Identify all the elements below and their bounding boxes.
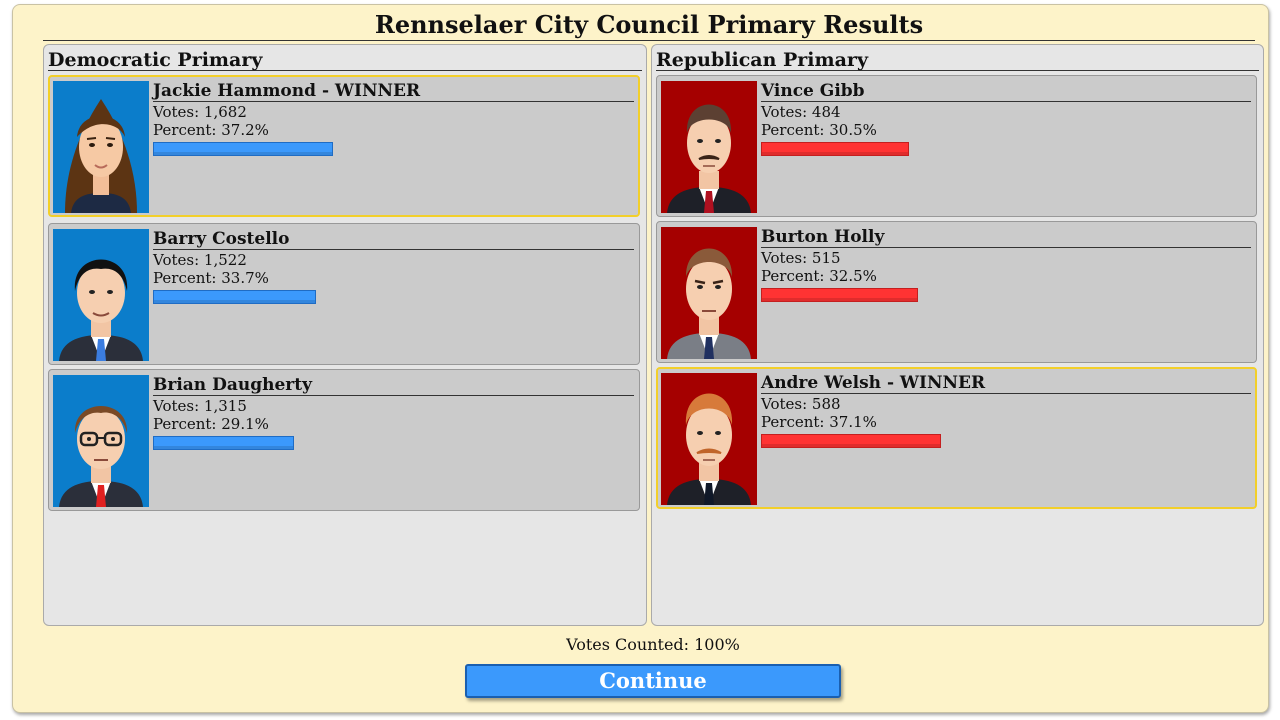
vote-share-bar-track <box>761 142 1241 156</box>
vote-share-bar-track <box>761 288 1241 302</box>
candidate-card-brian-daugherty: Brian Daugherty Votes: 1,315 Percent: 29… <box>48 369 640 511</box>
republican-panel-title: Republican Primary <box>656 47 1259 71</box>
page-title: Rennselaer City Council Primary Results <box>43 10 1255 41</box>
candidate-percent: Percent: 32.5% <box>761 267 877 285</box>
candidate-card-burton-holly: Burton Holly Votes: 515 Percent: 32.5% <box>656 221 1257 363</box>
vote-share-bar <box>761 288 918 302</box>
candidate-votes: Votes: 1,522 <box>153 251 247 269</box>
candidate-name: Brian Daugherty <box>153 376 634 396</box>
portrait-brian-daugherty <box>53 375 149 507</box>
continue-button[interactable]: Continue <box>465 664 841 698</box>
vote-share-bar <box>761 434 941 448</box>
vote-share-bar-track <box>761 434 1241 448</box>
portrait-jackie-hammond <box>53 81 149 213</box>
vote-share-bar-track <box>153 142 633 156</box>
democratic-panel-title: Democratic Primary <box>48 47 642 71</box>
candidate-percent: Percent: 29.1% <box>153 415 269 433</box>
candidate-card-andre-welsh: Andre Welsh - WINNER Votes: 588 Percent:… <box>656 367 1257 509</box>
candidate-name: Andre Welsh - WINNER <box>761 374 1251 394</box>
candidate-votes: Votes: 1,682 <box>153 103 247 121</box>
candidate-name: Barry Costello <box>153 230 634 250</box>
portrait-burton-holly <box>661 227 757 359</box>
vote-share-bar <box>153 290 316 304</box>
results-dialog: Rennselaer City Council Primary Results … <box>12 4 1269 713</box>
vote-share-bar <box>153 436 294 450</box>
vote-share-bar-track <box>153 290 633 304</box>
candidate-percent: Percent: 37.1% <box>761 413 877 431</box>
candidate-votes: Votes: 588 <box>761 395 841 413</box>
portrait-andre-welsh <box>661 373 757 505</box>
candidate-name: Vince Gibb <box>761 82 1251 102</box>
candidate-card-barry-costello: Barry Costello Votes: 1,522 Percent: 33.… <box>48 223 640 365</box>
candidate-name: Jackie Hammond - WINNER <box>153 82 634 102</box>
candidate-votes: Votes: 1,315 <box>153 397 247 415</box>
vote-share-bar-track <box>153 436 633 450</box>
votes-counted-status: Votes Counted: 100% <box>566 635 740 654</box>
vote-share-bar <box>761 142 909 156</box>
candidate-percent: Percent: 30.5% <box>761 121 877 139</box>
candidate-percent: Percent: 33.7% <box>153 269 269 287</box>
candidate-name: Burton Holly <box>761 228 1251 248</box>
candidate-card-jackie-hammond: Jackie Hammond - WINNER Votes: 1,682 Per… <box>48 75 640 217</box>
candidate-percent: Percent: 37.2% <box>153 121 269 139</box>
republican-panel: Republican Primary Vince Gibb Votes: 484… <box>651 44 1264 626</box>
candidate-votes: Votes: 515 <box>761 249 841 267</box>
candidate-votes: Votes: 484 <box>761 103 841 121</box>
vote-share-bar <box>153 142 333 156</box>
candidate-card-vince-gibb: Vince Gibb Votes: 484 Percent: 30.5% <box>656 75 1257 217</box>
portrait-barry-costello <box>53 229 149 361</box>
democratic-panel: Democratic Primary Jackie Hammond - WINN… <box>43 44 647 626</box>
portrait-vince-gibb <box>661 81 757 213</box>
